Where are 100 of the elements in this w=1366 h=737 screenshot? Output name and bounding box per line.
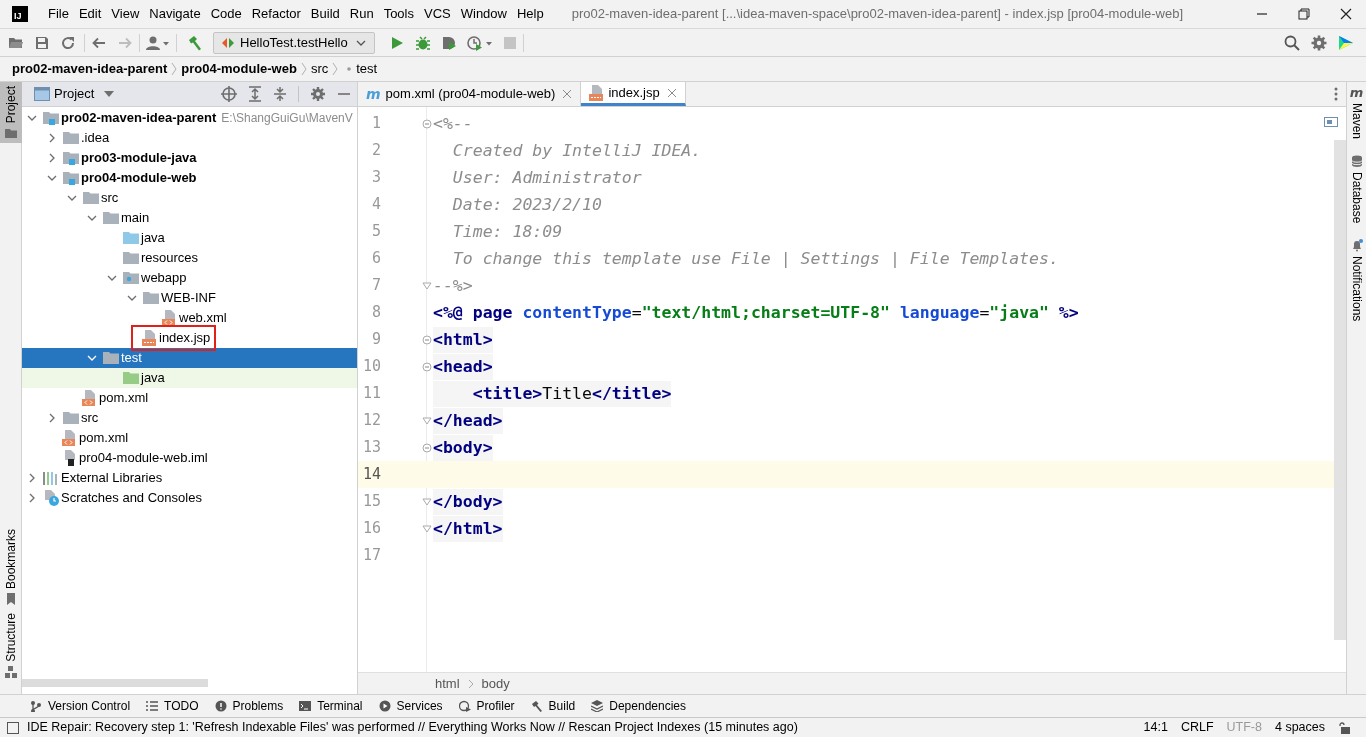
settings-icon[interactable] bbox=[1311, 34, 1327, 51]
branch-icon bbox=[30, 700, 42, 712]
expand-all-icon[interactable] bbox=[248, 86, 262, 102]
line-number: 13 bbox=[361, 437, 381, 459]
code-line: Date: 2023/2/10 bbox=[451, 193, 602, 216]
folder-icon bbox=[102, 210, 120, 226]
tree-item[interactable]: java bbox=[22, 228, 357, 248]
target-icon[interactable] bbox=[221, 86, 237, 102]
collapse-all-icon[interactable] bbox=[273, 86, 287, 102]
app-logo: IJ bbox=[12, 6, 28, 22]
editor-tab[interactable]: index.jsp bbox=[581, 82, 686, 106]
menu-item[interactable]: File bbox=[44, 4, 73, 24]
tool-window-tab[interactable]: Notifications bbox=[1347, 235, 1366, 334]
line-number: 8 bbox=[370, 302, 381, 324]
tool-window-tab[interactable]: Bookmarks bbox=[0, 525, 22, 610]
status-item[interactable]: 4 spaces bbox=[1274, 718, 1325, 737]
tool-window-tab[interactable]: Profiler bbox=[458, 697, 515, 715]
breadcrumb-item[interactable]: src bbox=[310, 59, 329, 79]
coverage-icon[interactable] bbox=[441, 34, 457, 51]
tool-window-tab[interactable]: TODO bbox=[146, 697, 199, 715]
tree-item[interactable]: test bbox=[22, 348, 357, 368]
tree-item[interactable]: index.jsp bbox=[22, 328, 357, 348]
reader-mode-icon[interactable] bbox=[1324, 117, 1338, 127]
restore-icon[interactable] bbox=[1298, 8, 1310, 20]
tool-window-tab[interactable]: Project bbox=[0, 82, 22, 144]
tree-item[interactable]: pro02-maven-idea-parent E:\ShangGuiGu\MavenV bbox=[22, 108, 357, 128]
run-configuration-dropdown[interactable]: HelloTest.testHello bbox=[213, 31, 375, 54]
fold-collapse-icon[interactable] bbox=[422, 334, 432, 345]
settings-icon[interactable] bbox=[310, 86, 326, 102]
tree-item[interactable]: main bbox=[22, 208, 357, 228]
tree-item[interactable]: pro04-module-web bbox=[22, 168, 357, 188]
menu-item[interactable]: Help bbox=[512, 4, 548, 24]
save-icon[interactable] bbox=[34, 34, 50, 51]
menu-item[interactable]: Build bbox=[306, 4, 344, 24]
tool-window-tab[interactable]: m Maven bbox=[1347, 82, 1366, 152]
status-item[interactable]: 14:1 bbox=[1143, 718, 1168, 737]
triangle-logo-icon[interactable] bbox=[1338, 34, 1354, 51]
folder-icon bbox=[122, 250, 140, 266]
tree-item[interactable]: pom.xml bbox=[22, 388, 357, 408]
profiler-icon[interactable] bbox=[467, 34, 493, 51]
menu-item[interactable]: Refactor bbox=[247, 4, 305, 24]
tree-item[interactable]: External Libraries bbox=[22, 468, 357, 488]
tool-window-tab[interactable]: Dependencies bbox=[591, 697, 686, 715]
tree-item[interactable]: Scratches and Consoles bbox=[22, 488, 357, 508]
tree-item[interactable]: src bbox=[22, 408, 357, 428]
line-number: 4 bbox=[370, 194, 381, 216]
tool-window-tab[interactable]: Build bbox=[530, 697, 576, 715]
breadcrumb-item[interactable]: html bbox=[435, 673, 460, 694]
fold-collapse-icon[interactable] bbox=[422, 361, 432, 372]
refresh-icon[interactable] bbox=[60, 34, 76, 51]
fold-collapse-icon[interactable] bbox=[422, 118, 432, 129]
breadcrumb-item[interactable]: body bbox=[481, 673, 510, 694]
scrollbar[interactable] bbox=[1334, 140, 1346, 640]
lock-icon[interactable] bbox=[1338, 721, 1350, 734]
code-line: Time: 18:09 bbox=[451, 220, 563, 243]
tree-item[interactable]: src bbox=[22, 188, 357, 208]
menu-item[interactable]: Code bbox=[206, 4, 246, 24]
menu-item[interactable]: Tools bbox=[379, 4, 418, 24]
scrollbar[interactable] bbox=[22, 679, 208, 687]
bug-icon[interactable] bbox=[415, 34, 431, 51]
web-folder-icon bbox=[122, 270, 140, 286]
tree-item[interactable]: resources bbox=[22, 248, 357, 268]
status-item[interactable]: CRLF bbox=[1180, 718, 1214, 737]
close-icon[interactable] bbox=[1340, 8, 1352, 20]
more-icon[interactable] bbox=[1334, 87, 1338, 101]
hammer-icon[interactable] bbox=[187, 34, 203, 51]
breadcrumb-item[interactable]: pro04-module-web bbox=[181, 59, 297, 79]
panel-toggle-icon[interactable] bbox=[7, 721, 19, 734]
menu-item[interactable]: Edit bbox=[74, 4, 106, 24]
user-dropdown-icon[interactable] bbox=[146, 34, 170, 51]
line-number: 17 bbox=[361, 545, 381, 567]
tool-window-tab[interactable]: Terminal bbox=[299, 697, 363, 715]
breadcrumb-item[interactable]: pro02-maven-idea-parent bbox=[12, 59, 168, 79]
tool-window-tab[interactable]: Services bbox=[378, 697, 443, 715]
tree-item[interactable]: web.xml bbox=[22, 308, 357, 328]
tree-item[interactable]: WEB-INF bbox=[22, 288, 357, 308]
view-selector[interactable]: Project bbox=[54, 84, 115, 104]
menu-item[interactable]: Window bbox=[456, 4, 511, 24]
bookmark-icon bbox=[5, 593, 17, 606]
tool-window-tab[interactable]: Version Control bbox=[30, 697, 131, 715]
tree-item[interactable]: pom.xml bbox=[22, 428, 357, 448]
fold-collapse-icon[interactable] bbox=[422, 442, 432, 453]
breadcrumb-item[interactable]: test bbox=[356, 59, 378, 79]
menu-item[interactable]: View bbox=[107, 4, 144, 24]
tree-item[interactable]: webapp bbox=[22, 268, 357, 288]
hammer-icon bbox=[530, 700, 543, 712]
tree-item[interactable]: pro03-module-java bbox=[22, 148, 357, 168]
alert-icon bbox=[214, 700, 227, 712]
menu-item[interactable]: VCS bbox=[420, 4, 455, 24]
run-icon[interactable] bbox=[389, 34, 405, 51]
tool-window-tab[interactable]: Database bbox=[1347, 151, 1366, 236]
tool-window-tab[interactable]: Structure bbox=[0, 609, 22, 682]
tool-window-tab[interactable]: Problems bbox=[214, 697, 284, 715]
tree-item[interactable]: .idea bbox=[22, 128, 357, 148]
tree-item[interactable]: java bbox=[22, 368, 357, 388]
menu-item[interactable]: Run bbox=[345, 4, 378, 24]
menu-item[interactable]: Navigate bbox=[145, 4, 205, 24]
search-icon[interactable] bbox=[1284, 34, 1300, 51]
xml-file-icon bbox=[82, 390, 98, 406]
tree-item[interactable]: pro04-module-web.iml bbox=[22, 448, 357, 468]
